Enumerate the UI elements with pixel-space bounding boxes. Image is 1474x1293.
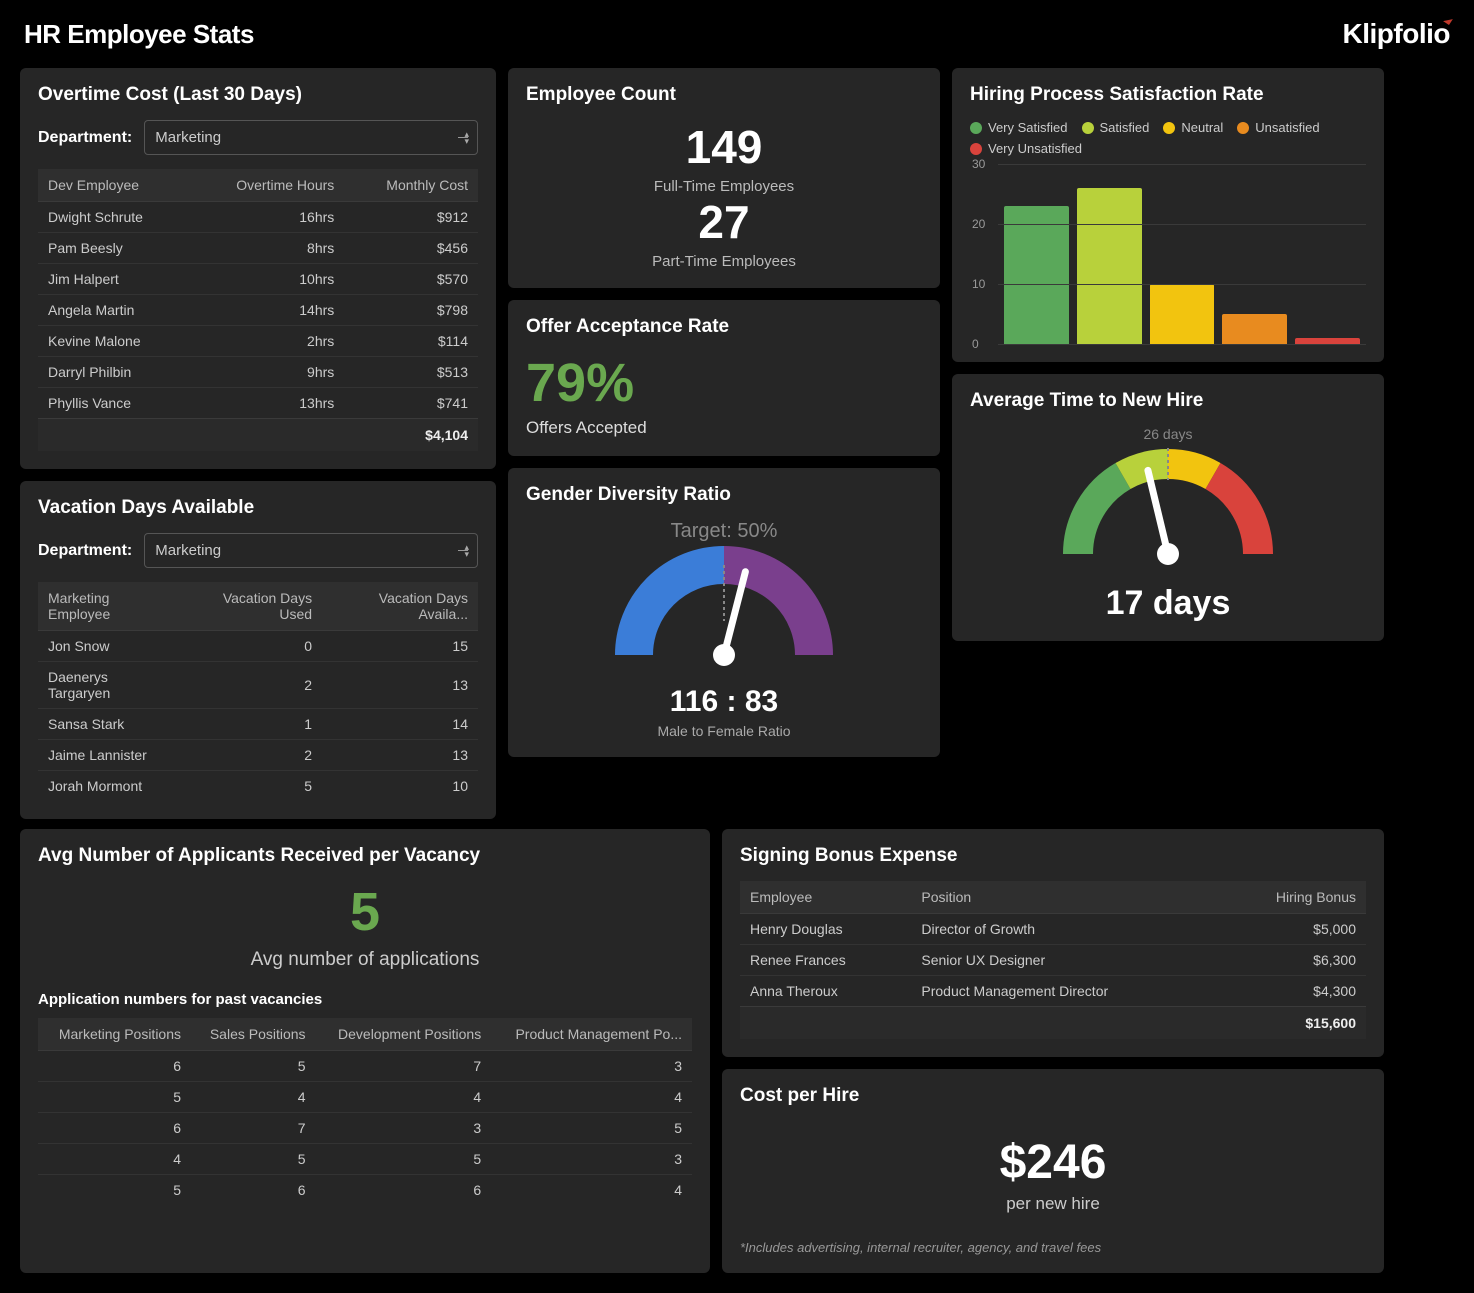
- table-row: Anna TherouxProduct Management Director$…: [740, 976, 1366, 1007]
- card-title: Employee Count: [526, 84, 922, 106]
- avg-time-hire-card: Average Time to New Hire 26 days 17 days: [952, 374, 1384, 641]
- table-row: 6735: [38, 1113, 692, 1144]
- col-header: Hiring Bonus: [1218, 881, 1366, 914]
- legend-item: Very Satisfied: [970, 120, 1068, 135]
- cost-value: $246: [740, 1135, 1366, 1190]
- card-title: Offer Acceptance Rate: [526, 316, 922, 338]
- employee-count-card: Employee Count 149 Full-Time Employees 2…: [508, 68, 940, 288]
- cost-per-hire-card: Cost per Hire $246 per new hire *Include…: [722, 1069, 1384, 1273]
- col-header: Vacation Days Used: [181, 582, 322, 631]
- col-header: Marketing Employee: [38, 582, 181, 631]
- cost-note: *Includes advertising, internal recruite…: [740, 1240, 1366, 1255]
- cost-label: per new hire: [740, 1194, 1366, 1214]
- avg-applicants-label: Avg number of applications: [38, 949, 692, 971]
- fulltime-label: Full-Time Employees: [526, 178, 922, 195]
- vacation-card: Vacation Days Available Department: Mark…: [20, 481, 496, 819]
- gender-ratio-label: Male to Female Ratio: [526, 723, 922, 739]
- table-row: Darryl Philbin9hrs$513: [38, 357, 478, 388]
- legend-item: Satisfied: [1082, 120, 1150, 135]
- signing-table: Employee Position Hiring Bonus Henry Dou…: [740, 881, 1366, 1039]
- table-row: 6573: [38, 1051, 692, 1082]
- table-row: 5444: [38, 1082, 692, 1113]
- table-row: Dwight Schrute16hrs$912: [38, 202, 478, 233]
- card-title: Overtime Cost (Last 30 Days): [38, 84, 478, 106]
- card-title: Avg Number of Applicants Received per Va…: [38, 845, 692, 867]
- col-header: Dev Employee: [38, 169, 189, 202]
- bar: [1150, 284, 1215, 344]
- legend-item: Neutral: [1163, 120, 1223, 135]
- overtime-total: $4,104: [38, 419, 478, 452]
- offer-rate-card: Offer Acceptance Rate 79% Offers Accepte…: [508, 300, 940, 456]
- table-row: Angela Martin14hrs$798: [38, 295, 478, 326]
- gender-gauge: [604, 545, 844, 675]
- vacation-table: Marketing Employee Vacation Days Used Va…: [38, 582, 478, 801]
- table-row: 4553: [38, 1144, 692, 1175]
- brand-logo: Klipfolio: [1343, 18, 1450, 50]
- gauge-target: Target: 50%: [526, 520, 922, 543]
- table-row: 5664: [38, 1175, 692, 1206]
- gender-diversity-card: Gender Diversity Ratio Target: 50% 116 :…: [508, 468, 940, 757]
- parttime-label: Part-Time Employees: [526, 253, 922, 270]
- applicants-card: Avg Number of Applicants Received per Va…: [20, 829, 710, 1273]
- col-header: Vacation Days Availa...: [322, 582, 478, 631]
- card-title: Cost per Hire: [740, 1085, 1366, 1107]
- table-row: Jorah Mormont510: [38, 771, 478, 802]
- dept-label: Department:: [38, 129, 132, 147]
- legend-item: Very Unsatisfied: [970, 141, 1082, 156]
- col-header: Overtime Hours: [189, 169, 344, 202]
- table-row: Daenerys Targaryen213: [38, 662, 478, 709]
- avg-applicants-value: 5: [38, 881, 692, 943]
- overtime-table: Dev Employee Overtime Hours Monthly Cost…: [38, 169, 478, 451]
- bar: [1222, 314, 1287, 344]
- table-row: Phyllis Vance13hrs$741: [38, 388, 478, 419]
- card-title: Hiring Process Satisfaction Rate: [970, 84, 1366, 106]
- satisfaction-bar-chart: 0102030: [998, 164, 1366, 344]
- table-row: Sansa Stark114: [38, 709, 478, 740]
- gender-ratio: 116 : 83: [526, 685, 922, 719]
- bar: [1004, 206, 1069, 344]
- col-header: Product Management Po...: [491, 1018, 692, 1051]
- page-title: HR Employee Stats: [24, 19, 254, 50]
- table-row: Renee FrancesSenior UX Designer$6,300: [740, 945, 1366, 976]
- table-row: Henry DouglasDirector of Growth$5,000: [740, 914, 1366, 945]
- table-row: Jon Snow015: [38, 631, 478, 662]
- col-header: Marketing Positions: [38, 1018, 191, 1051]
- applicants-table: Marketing Positions Sales Positions Deve…: [38, 1018, 692, 1205]
- col-header: Monthly Cost: [344, 169, 478, 202]
- card-title: Gender Diversity Ratio: [526, 484, 922, 506]
- signing-bonus-card: Signing Bonus Expense Employee Position …: [722, 829, 1384, 1057]
- table-row: Kevine Malone2hrs$114: [38, 326, 478, 357]
- chart-legend: Very Satisfied Satisfied Neutral Unsatisfie…: [970, 120, 1366, 156]
- col-header: Employee: [740, 881, 911, 914]
- table-row: Jaime Lannister213: [38, 740, 478, 771]
- legend-item: Unsatisfied: [1237, 120, 1319, 135]
- hire-time-gauge: [1048, 444, 1288, 574]
- hiring-satisfaction-card: Hiring Process Satisfaction Rate Very Sa…: [952, 68, 1384, 362]
- card-title: Average Time to New Hire: [970, 390, 1366, 412]
- card-title: Signing Bonus Expense: [740, 845, 1366, 867]
- offer-rate-label: Offers Accepted: [526, 418, 922, 438]
- applicants-subtitle: Application numbers for past vacancies: [38, 991, 692, 1008]
- fulltime-count: 149: [526, 120, 922, 174]
- parttime-count: 27: [526, 195, 922, 249]
- signing-total: $15,600: [740, 1007, 1366, 1040]
- bar: [1077, 188, 1142, 344]
- card-title: Vacation Days Available: [38, 497, 478, 519]
- dept-label: Department:: [38, 542, 132, 560]
- col-header: Development Positions: [316, 1018, 492, 1051]
- offer-rate-value: 79%: [526, 352, 922, 414]
- table-row: Pam Beesly8hrs$456: [38, 233, 478, 264]
- col-header: Position: [911, 881, 1217, 914]
- gauge-marker: 26 days: [970, 426, 1366, 442]
- col-header: Sales Positions: [191, 1018, 316, 1051]
- avg-hire-value: 17 days: [970, 584, 1366, 623]
- overtime-card: Overtime Cost (Last 30 Days) Department:…: [20, 68, 496, 469]
- dept-select[interactable]: Marketing: [144, 533, 478, 568]
- dept-select[interactable]: Marketing: [144, 120, 478, 155]
- table-row: Jim Halpert10hrs$570: [38, 264, 478, 295]
